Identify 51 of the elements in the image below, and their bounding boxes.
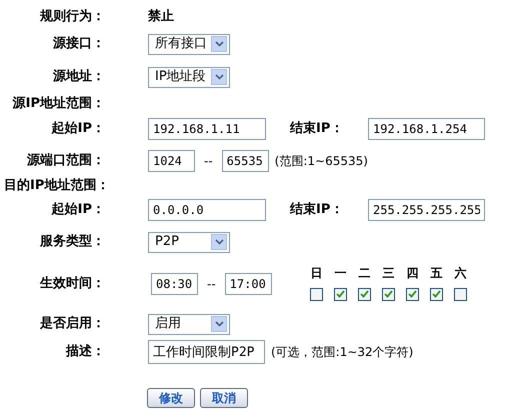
day-checkbox[interactable]	[382, 288, 396, 300]
field-label: 结束IP：	[290, 120, 344, 138]
field-label: 起始IP：	[50, 201, 105, 220]
range-separator: --	[207, 276, 216, 293]
dropdown[interactable]: IP地址段	[148, 66, 230, 88]
day-checkbox[interactable]	[406, 288, 420, 300]
field-value: 禁止	[148, 8, 174, 26]
field-label: 是否启用：	[39, 314, 105, 334]
input-field[interactable]: 08:30	[151, 273, 198, 295]
day-checkbox[interactable]	[334, 288, 348, 300]
input-field[interactable]: 1024	[148, 150, 195, 172]
day-label: 五	[430, 264, 443, 282]
day-label: 日	[310, 264, 323, 282]
dropdown[interactable]: 所有接口	[148, 34, 230, 54]
caret-icon	[211, 36, 227, 52]
field-label: 目的IP地址范围：	[4, 177, 105, 196]
form-button[interactable]: 修改	[147, 388, 195, 408]
day-label: 一	[334, 264, 347, 282]
field-label: 生效时间：	[38, 275, 105, 294]
field-label: 源地址：	[52, 68, 105, 86]
caret-icon	[211, 316, 227, 332]
input-field[interactable]: 17:00	[224, 273, 272, 295]
dropdown[interactable]: 启用	[148, 314, 230, 334]
caret-icon	[211, 234, 227, 250]
hint-text: (可选，范围:1~32个字符)	[271, 344, 414, 361]
dropdown[interactable]: P2P	[148, 232, 230, 252]
field-label: 源接口：	[52, 34, 105, 54]
day-label: 三	[382, 264, 395, 282]
range-separator: --	[204, 153, 213, 170]
day-checkbox[interactable]	[454, 288, 468, 300]
field-label: 描述：	[64, 343, 105, 362]
hint-text: (范围:1~65535)	[274, 153, 368, 170]
input-field[interactable]: 工作时间限制P2P	[148, 340, 265, 364]
field-label: 源端口范围：	[26, 152, 105, 170]
field-label: 服务类型：	[38, 233, 105, 252]
field-label: 结束IP：	[290, 201, 344, 220]
form-button[interactable]: 取消	[200, 388, 248, 408]
field-label: 规则行为：	[38, 8, 105, 26]
day-label: 二	[358, 264, 371, 282]
day-checkbox[interactable]	[430, 288, 444, 300]
field-label: 源IP地址范围：	[12, 95, 105, 114]
day-checkbox[interactable]	[310, 288, 324, 300]
input-field[interactable]: 192.168.1.11	[148, 118, 266, 140]
day-label: 六	[454, 264, 467, 282]
input-field[interactable]: 65535	[222, 150, 269, 172]
field-label: 起始IP：	[50, 120, 105, 138]
day-label: 四	[406, 264, 419, 282]
input-field[interactable]: 192.168.1.254	[368, 118, 485, 140]
input-field[interactable]: 0.0.0.0	[148, 199, 266, 221]
caret-icon	[211, 69, 227, 85]
day-checkbox[interactable]	[358, 288, 372, 300]
